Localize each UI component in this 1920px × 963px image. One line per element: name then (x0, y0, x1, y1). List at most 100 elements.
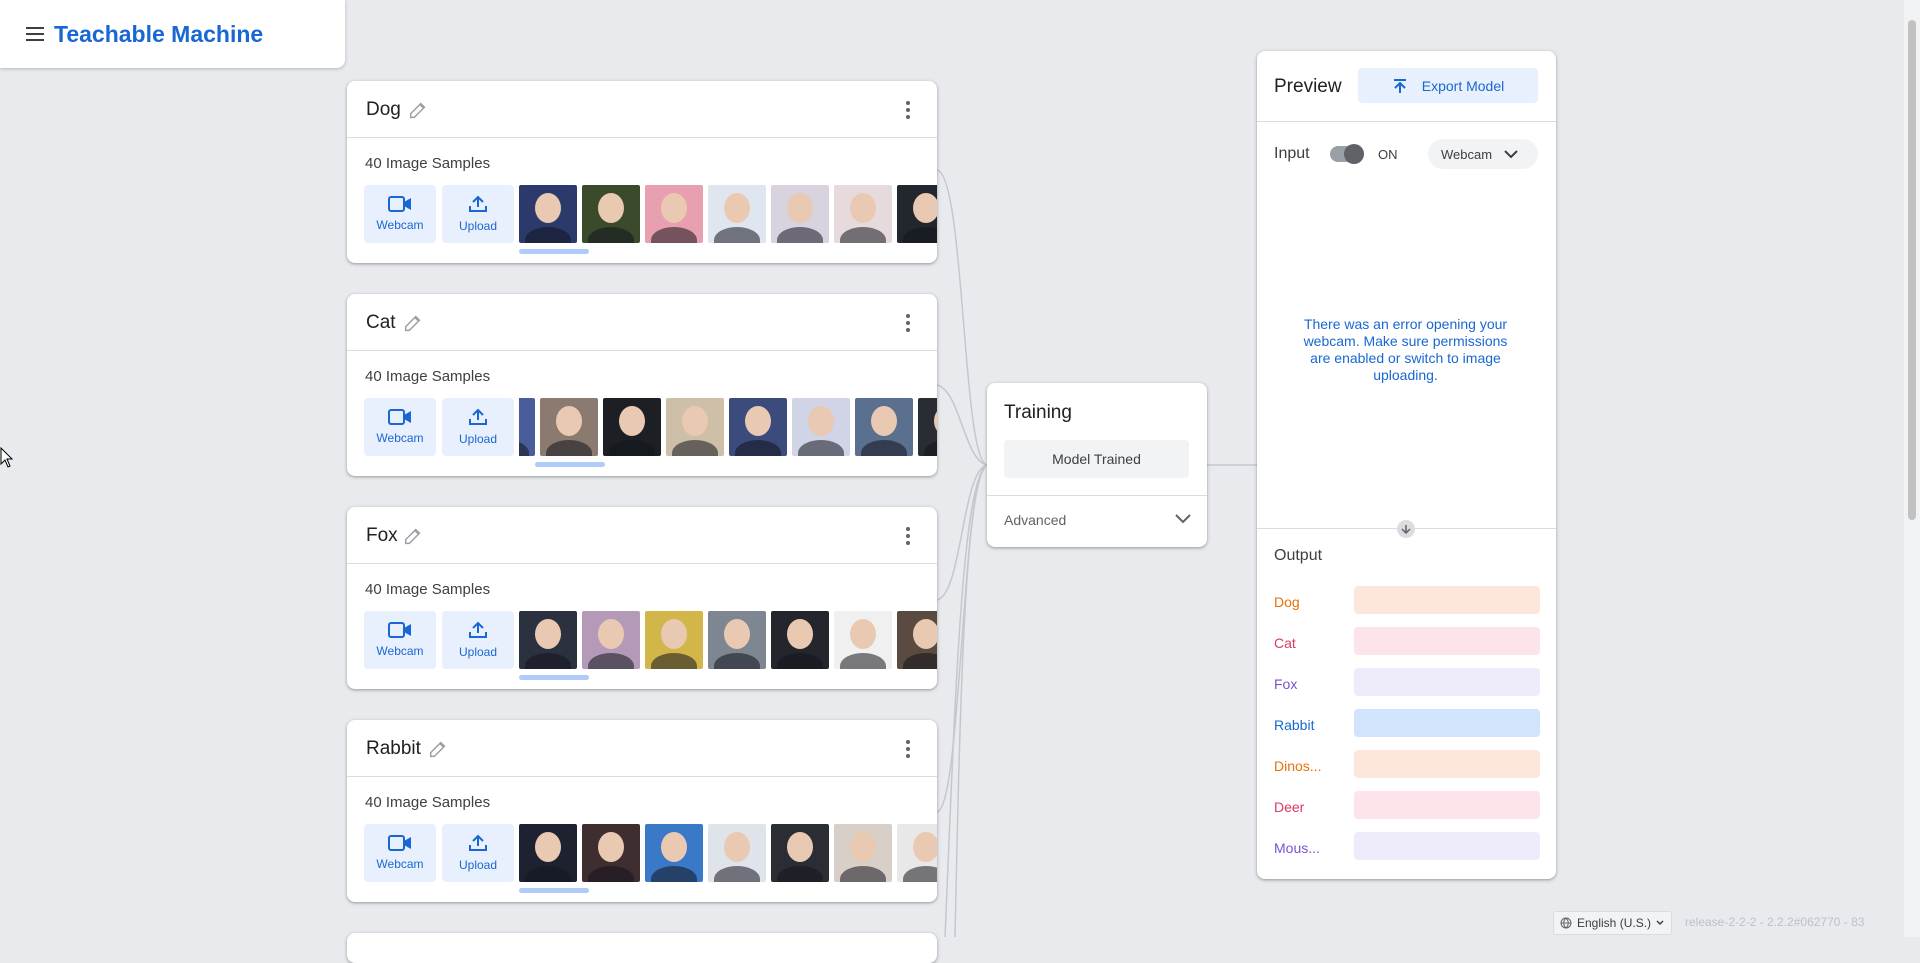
webcam-button[interactable]: Webcam (364, 824, 436, 882)
sample-thumbnail[interactable] (771, 824, 829, 882)
train-model-button[interactable]: Model Trained (1004, 440, 1189, 478)
sample-thumbnail[interactable] (708, 611, 766, 669)
more-options-button[interactable] (901, 525, 915, 547)
upload-label: Upload (458, 432, 498, 446)
sample-thumbnail[interactable] (645, 185, 703, 243)
thumbnail-scrollbar[interactable] (519, 675, 589, 680)
class-card-rabbit: Rabbit 40 Image Samples Webcam Upload (347, 720, 937, 902)
version-text: release-2-2-2 - 2.2.2#062770 - 83 (1685, 915, 1865, 929)
sample-thumbnails[interactable] (519, 824, 937, 882)
more-options-button[interactable] (901, 312, 915, 334)
upload-icon (469, 621, 487, 638)
class-name[interactable]: Fox (366, 525, 398, 547)
sample-thumbnail[interactable] (834, 185, 892, 243)
sample-thumbnail[interactable] (645, 824, 703, 882)
pencil-icon[interactable] (427, 738, 449, 760)
sample-thumbnail[interactable] (918, 398, 937, 456)
class-name[interactable]: Cat (366, 312, 396, 334)
sample-thumbnail[interactable] (582, 824, 640, 882)
class-header: Rabbit (347, 720, 937, 777)
pencil-icon[interactable] (407, 99, 429, 121)
upload-button[interactable]: Upload (442, 398, 514, 456)
pencil-icon[interactable] (402, 525, 424, 547)
sample-thumbnails[interactable] (519, 185, 937, 243)
training-panel: Training Model Trained Advanced (987, 383, 1207, 547)
confidence-bar (1354, 832, 1540, 860)
sample-thumbnail[interactable] (897, 611, 937, 669)
sample-thumbnail[interactable] (897, 824, 937, 882)
input-toggle[interactable] (1330, 144, 1364, 164)
confidence-bar (1354, 709, 1540, 737)
advanced-toggle[interactable]: Advanced (987, 495, 1207, 548)
webcam-label: Webcam (376, 857, 424, 871)
webcam-button[interactable]: Webcam (364, 398, 436, 456)
webcam-button[interactable]: Webcam (364, 611, 436, 669)
sample-thumbnail[interactable] (519, 185, 577, 243)
upload-icon (469, 834, 487, 851)
more-options-button[interactable] (901, 99, 915, 121)
class-header: Cat (347, 294, 937, 351)
sample-thumbnail[interactable] (519, 824, 577, 882)
sample-thumbnail[interactable] (897, 185, 937, 243)
export-label: Export Model (1421, 77, 1505, 94)
sample-thumbnail[interactable] (729, 398, 787, 456)
sample-thumbnail[interactable] (519, 398, 535, 456)
output-row: Rabbit (1274, 709, 1540, 739)
sample-thumbnails[interactable] (519, 398, 937, 456)
upload-button[interactable]: Upload (442, 611, 514, 669)
output-row: Dog (1274, 586, 1540, 616)
language-select[interactable]: English (U.S.) (1553, 911, 1672, 935)
class-card-dog: Dog 40 Image Samples Webcam Upload (347, 81, 937, 263)
preview-panel: Preview Export Model Input ON Webcam The… (1257, 51, 1556, 879)
sample-thumbnail[interactable] (540, 398, 598, 456)
source-label: Webcam (1441, 146, 1493, 162)
webcam-label: Webcam (376, 431, 424, 445)
pencil-icon[interactable] (402, 312, 424, 334)
sample-thumbnail[interactable] (771, 185, 829, 243)
page-scrollbar[interactable] (1904, 0, 1920, 937)
sample-thumbnail[interactable] (834, 824, 892, 882)
upload-button[interactable]: Upload (442, 824, 514, 882)
collapse-button[interactable] (1397, 520, 1415, 538)
class-header: Fox (347, 507, 937, 564)
toggle-state: ON (1378, 147, 1398, 162)
class-name[interactable]: Dog (366, 99, 401, 121)
upload-button[interactable]: Upload (442, 185, 514, 243)
samples-count: 40 Image Samples (365, 155, 491, 172)
sample-thumbnail[interactable] (645, 611, 703, 669)
sample-thumbnail[interactable] (582, 185, 640, 243)
webcam-button[interactable]: Webcam (364, 185, 436, 243)
output-row: Cat (1274, 627, 1540, 657)
sample-thumbnail[interactable] (666, 398, 724, 456)
class-card-partial (347, 933, 937, 963)
videocam-icon (388, 622, 411, 638)
more-options-button[interactable] (901, 738, 915, 760)
input-source-select[interactable]: Webcam (1428, 139, 1538, 169)
sample-thumbnail[interactable] (771, 611, 829, 669)
sample-thumbnail[interactable] (603, 398, 661, 456)
sample-thumbnail[interactable] (519, 611, 577, 669)
output-label: Mous... (1274, 840, 1320, 856)
output-title: Output (1274, 547, 1323, 564)
upload-icon (469, 408, 487, 425)
samples-count: 40 Image Samples (365, 581, 491, 598)
sample-thumbnail[interactable] (708, 824, 766, 882)
input-label: Input (1274, 145, 1310, 162)
webcam-label: Webcam (376, 218, 424, 232)
sample-thumbnail[interactable] (834, 611, 892, 669)
sample-thumbnail[interactable] (708, 185, 766, 243)
sample-thumbnails[interactable] (519, 611, 937, 669)
webcam-label: Webcam (376, 644, 424, 658)
class-name[interactable]: Rabbit (366, 738, 421, 760)
thumbnail-scrollbar[interactable] (519, 888, 589, 893)
thumbnail-scrollbar[interactable] (519, 249, 589, 254)
thumbnail-scrollbar[interactable] (535, 462, 605, 467)
export-model-button[interactable]: Export Model (1358, 68, 1538, 103)
videocam-icon (388, 196, 411, 212)
output-label: Cat (1274, 635, 1296, 651)
sample-thumbnail[interactable] (855, 398, 913, 456)
chevron-down-icon (1656, 920, 1664, 926)
sample-thumbnail[interactable] (792, 398, 850, 456)
sample-thumbnail[interactable] (582, 611, 640, 669)
arrow-down-icon (1401, 525, 1411, 534)
